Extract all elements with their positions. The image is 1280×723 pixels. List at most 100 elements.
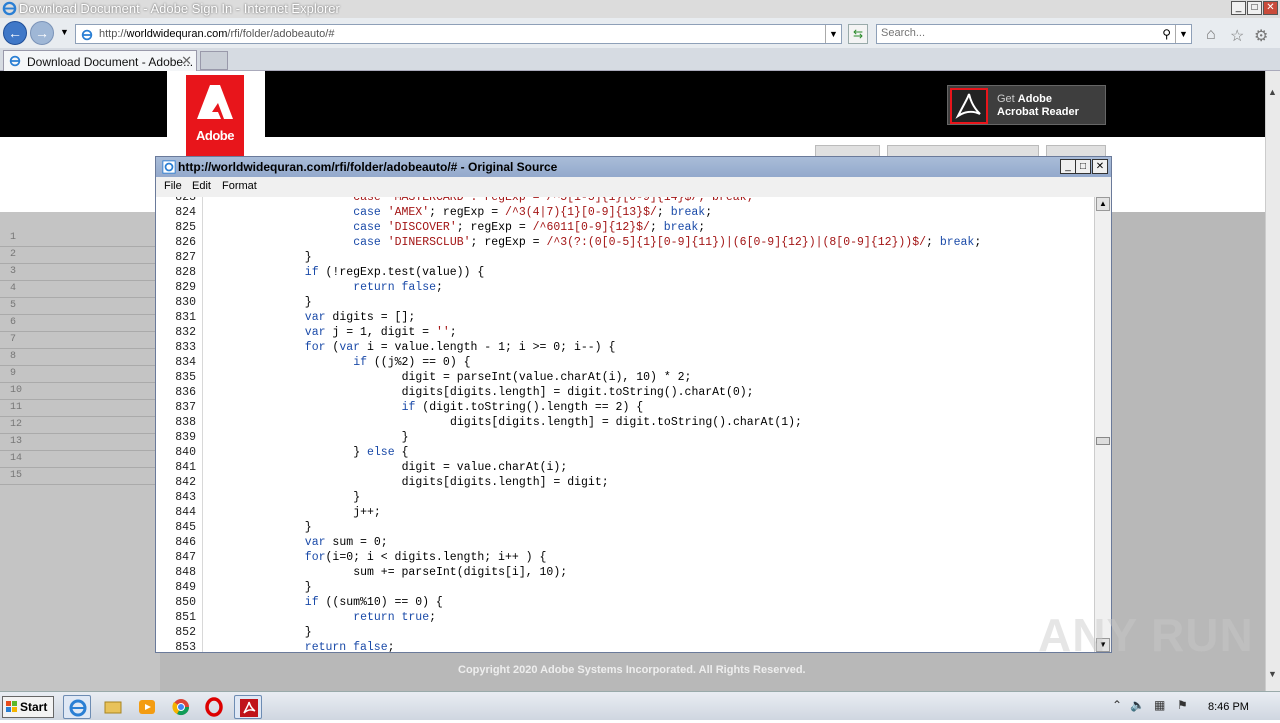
code-line: } xyxy=(304,626,312,639)
sheet-row-number: 13 xyxy=(10,436,23,447)
line-number: 836 xyxy=(175,386,196,399)
code-line: digit = value.charAt(i); xyxy=(401,461,568,474)
code-line: digits[digits.length] = digit; xyxy=(401,476,609,489)
line-number: 837 xyxy=(175,401,196,414)
sheet-gridline xyxy=(0,365,160,366)
tab-download-document[interactable]: Download Document - Adobe... ✕ xyxy=(3,50,197,71)
menu-file[interactable]: File xyxy=(164,180,182,192)
search-input[interactable] xyxy=(881,27,1151,39)
anyrun-watermark: ANY RUN xyxy=(1038,609,1254,661)
sheet-gridline xyxy=(0,433,160,434)
sheet-gridline xyxy=(0,382,160,383)
copyright-text: Copyright 2020 Adobe Systems Incorporate… xyxy=(458,664,806,676)
taskbar-acrobat-icon[interactable] xyxy=(234,695,262,719)
history-dropdown-icon[interactable]: ▼ xyxy=(60,27,69,37)
code-line: return true; xyxy=(353,611,437,624)
line-number: 828 xyxy=(175,266,196,279)
source-window-title: http://worldwidequran.com/rfi/folder/ado… xyxy=(178,160,558,174)
taskbar-opera-icon[interactable] xyxy=(200,695,228,719)
browser-title-bar: Download Document - Adobe Sign In - Inte… xyxy=(0,0,1280,18)
sheet-row-number: 4 xyxy=(10,283,17,294)
forward-button[interactable]: → xyxy=(30,21,54,45)
sheet-row-number: 9 xyxy=(10,368,17,379)
new-tab-button[interactable] xyxy=(200,51,228,70)
minimize-button[interactable]: _ xyxy=(1231,1,1246,15)
taskbar-explorer-icon[interactable] xyxy=(99,695,127,719)
adobe-logo: Adobe xyxy=(167,71,265,157)
tab-close-icon[interactable]: ✕ xyxy=(181,53,192,69)
page-icon xyxy=(81,29,93,41)
sheet-row-number: 5 xyxy=(10,300,17,311)
code-line: case 'DINERSCLUB'; regExp = /^3(?:(0[0-5… xyxy=(353,236,982,249)
taskbar-chrome-icon[interactable] xyxy=(167,695,195,719)
line-number: 823 xyxy=(175,197,196,204)
tray-expand-icon[interactable]: ⌃ xyxy=(1112,698,1122,712)
back-button[interactable]: ← xyxy=(3,21,27,45)
code-line: var j = 1, digit = ''; xyxy=(304,326,457,339)
adobe-a-icon xyxy=(197,85,233,119)
taskbar-media-player-icon[interactable] xyxy=(133,695,161,719)
sheet-gridline xyxy=(0,280,160,281)
start-button[interactable]: Start xyxy=(2,696,54,718)
code-line: } xyxy=(353,491,361,504)
sheet-row-number: 15 xyxy=(10,470,23,481)
line-number: 853 xyxy=(175,641,196,652)
scroll-up-icon[interactable]: ▲ xyxy=(1268,87,1277,97)
address-url[interactable]: http://worldwidequran.com/rfi/folder/ado… xyxy=(99,28,334,40)
refresh-button[interactable]: ⇆ xyxy=(848,24,868,44)
taskbar-ie-icon[interactable] xyxy=(63,695,91,719)
close-button[interactable]: ✕ xyxy=(1263,1,1278,15)
code-line: } xyxy=(304,251,312,264)
source-ie-icon xyxy=(162,160,176,174)
code-line: digit = parseInt(value.charAt(i), 10) * … xyxy=(401,371,692,384)
menu-format[interactable]: Format xyxy=(222,180,257,192)
source-maximize-button[interactable]: □ xyxy=(1075,159,1091,174)
code-line: var sum = 0; xyxy=(304,536,388,549)
search-box[interactable]: ⚲ ▼ xyxy=(876,24,1192,44)
address-bar[interactable]: http://worldwidequran.com/rfi/folder/ado… xyxy=(75,24,842,44)
address-dropdown-icon[interactable]: ▼ xyxy=(825,25,841,43)
line-number: 843 xyxy=(175,491,196,504)
maximize-button[interactable]: □ xyxy=(1247,1,1262,15)
page-scrollbar[interactable]: ▲ ▼ xyxy=(1265,71,1280,691)
get-acrobat-reader-button[interactable]: Get Adobe Acrobat Reader xyxy=(947,85,1106,125)
view-source-window: http://worldwidequran.com/rfi/folder/ado… xyxy=(155,156,1112,653)
code-line: digits[digits.length] = digit.toString()… xyxy=(401,386,754,399)
menu-edit[interactable]: Edit xyxy=(192,180,211,192)
sheet-row-number: 7 xyxy=(10,334,17,345)
line-number: 838 xyxy=(175,416,196,429)
favorites-star-icon[interactable]: ☆ xyxy=(1230,26,1244,46)
line-number: 825 xyxy=(175,221,196,234)
sheet-row-number: 3 xyxy=(10,266,17,277)
line-number: 845 xyxy=(175,521,196,534)
search-dropdown-icon[interactable]: ▼ xyxy=(1175,25,1191,43)
sheet-gridline xyxy=(0,246,160,247)
source-scroll-up-icon[interactable]: ▲ xyxy=(1096,197,1110,211)
source-minimize-button[interactable]: _ xyxy=(1060,159,1076,174)
action-center-flag-icon[interactable]: ⚑ xyxy=(1177,698,1188,712)
line-number: 848 xyxy=(175,566,196,579)
code-line: } else { xyxy=(353,446,409,459)
tools-gear-icon[interactable]: ⚙ xyxy=(1254,26,1268,46)
scroll-down-icon[interactable]: ▼ xyxy=(1268,669,1277,679)
network-icon[interactable]: ▦ xyxy=(1154,698,1165,712)
source-code-area[interactable]: 823 824 825 826 827 828 829 830 831 832 833 834 835 8… xyxy=(156,197,1094,652)
sheet-row-number: 2 xyxy=(10,249,17,260)
search-icon[interactable]: ⚲ xyxy=(1162,27,1171,41)
source-scroll-thumb[interactable] xyxy=(1096,437,1110,445)
line-number: 852 xyxy=(175,626,196,639)
line-number: 831 xyxy=(175,311,196,324)
code-line: return false; xyxy=(304,641,395,652)
volume-icon[interactable]: 🔈 xyxy=(1130,698,1145,712)
source-scrollbar[interactable]: ▲ ▼ xyxy=(1094,197,1111,652)
source-close-button[interactable]: ✕ xyxy=(1092,159,1108,174)
home-icon[interactable]: ⌂ xyxy=(1206,26,1216,44)
code-line: } xyxy=(401,431,409,444)
line-number: 834 xyxy=(175,356,196,369)
clock: 8:46 PM xyxy=(1208,701,1249,713)
line-number: 844 xyxy=(175,506,196,519)
line-number: 833 xyxy=(175,341,196,354)
sheet-row-number: 11 xyxy=(10,402,23,413)
internet-explorer-icon xyxy=(2,1,17,16)
line-number-gutter: 823 824 825 826 827 828 829 830 831 832 833 834 835 8… xyxy=(156,197,203,652)
